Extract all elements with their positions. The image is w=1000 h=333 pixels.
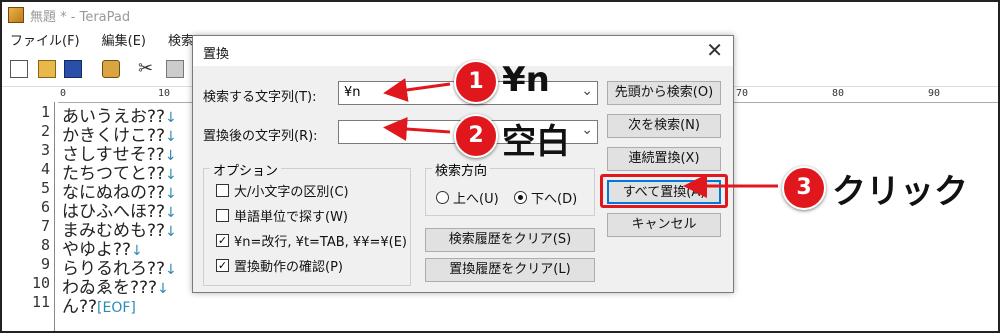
chevron-down-icon[interactable]: ⌄ — [581, 83, 593, 99]
line-number: 2 — [40, 122, 50, 140]
chevron-down-icon[interactable]: ⌄ — [581, 122, 593, 138]
ruler-tick: 70 — [736, 88, 749, 99]
step-2-text: 空白 — [502, 122, 570, 162]
terapad-app-icon — [8, 7, 24, 23]
line-number: 10 — [31, 274, 50, 292]
window-title: 無題 * - TeraPad — [30, 9, 131, 25]
copy-icon[interactable] — [166, 60, 184, 78]
step-3-badge: 3 — [782, 166, 826, 210]
search-string-value: ¥n — [344, 85, 361, 100]
line-number-gutter: 1 2 3 4 5 6 7 8 9 10 11 — [2, 102, 55, 331]
escape-sequence-checkbox[interactable]: ✓ — [216, 234, 229, 247]
step-1-text: ¥n — [502, 60, 550, 100]
step-2-badge: 2 — [454, 114, 498, 158]
window-titlebar: 無題 * - TeraPad — [2, 2, 998, 28]
eof-mark: [EOF] — [97, 300, 136, 316]
line-number: 11 — [31, 293, 50, 311]
replace-all-highlight — [600, 174, 728, 208]
new-file-icon[interactable] — [10, 60, 28, 78]
print-icon[interactable] — [102, 60, 120, 78]
newline-mark: ↓ — [165, 224, 177, 240]
line-number: 1 — [40, 103, 50, 121]
step-3-text: クリック — [832, 172, 968, 212]
direction-down-radio[interactable] — [514, 191, 527, 204]
ruler-tick: 80 — [832, 88, 845, 99]
direction-group-title: 検索方向 — [432, 160, 491, 179]
line-number: 9 — [40, 255, 50, 273]
screenshot-frame: 無題 * - TeraPad ファイル(F) 編集(E) 検索(S) ✂ 0 1… — [0, 0, 1000, 333]
dialog-title: 置換 — [203, 47, 230, 62]
clear-replace-history-button[interactable]: 置換履歴をクリア(L) — [425, 258, 595, 282]
replace-string-label: 置換後の文字列(R): — [203, 129, 318, 144]
case-sensitive-checkbox[interactable] — [216, 184, 229, 197]
cut-icon[interactable]: ✂ — [138, 60, 156, 78]
menu-file[interactable]: ファイル(F) — [10, 30, 80, 49]
dialog-titlebar: 置換 ✕ — [193, 36, 733, 66]
direction-down-label: 下へ(D) — [531, 192, 578, 207]
menu-edit[interactable]: 編集(E) — [102, 30, 146, 49]
open-folder-icon[interactable] — [38, 60, 56, 78]
clear-search-history-button[interactable]: 検索履歴をクリア(S) — [425, 228, 595, 252]
confirm-replace-label: 置換動作の確認(P) — [234, 260, 343, 275]
line-number: 8 — [40, 236, 50, 254]
line-number: 5 — [40, 179, 50, 197]
case-sensitive-label: 大/小文字の区別(C) — [234, 185, 349, 200]
step-1-badge: 1 — [454, 60, 498, 104]
search-from-top-button[interactable]: 先頭から検索(O) — [607, 81, 721, 105]
close-icon[interactable]: ✕ — [706, 38, 723, 62]
direction-up-label: 上へ(U) — [453, 192, 499, 207]
escape-sequence-label: ¥n=改行, ¥t=TAB, ¥¥=¥(E) — [234, 235, 407, 250]
ruler-tick: 90 — [928, 88, 941, 99]
find-next-button[interactable]: 次を検索(N) — [607, 114, 721, 138]
line-number: 7 — [40, 217, 50, 235]
replace-continuous-button[interactable]: 連続置換(X) — [607, 147, 721, 171]
whole-word-checkbox[interactable] — [216, 209, 229, 222]
whole-word-label: 単語単位で探す(W) — [234, 210, 348, 225]
save-icon[interactable] — [64, 60, 82, 78]
line-number: 6 — [40, 198, 50, 216]
newline-mark: ↓ — [157, 281, 169, 297]
cancel-button[interactable]: キャンセル — [607, 213, 721, 237]
line-number: 3 — [40, 141, 50, 159]
search-string-label: 検索する文字列(T): — [203, 90, 317, 105]
direction-group: 検索方向 上へ(U) 下へ(D) — [425, 160, 595, 216]
confirm-replace-checkbox[interactable]: ✓ — [216, 259, 229, 272]
ruler-tick: 0 — [60, 88, 67, 99]
ruler-tick: 10 — [158, 88, 171, 99]
line-number: 4 — [40, 160, 50, 178]
direction-up-radio[interactable] — [436, 191, 449, 204]
options-group-title: オプション — [210, 160, 282, 179]
editor-line: ん??[EOF] — [62, 297, 136, 317]
options-group: オプション 大/小文字の区別(C) 単語単位で探す(W) ✓ ¥n=改行, ¥t… — [203, 160, 411, 286]
